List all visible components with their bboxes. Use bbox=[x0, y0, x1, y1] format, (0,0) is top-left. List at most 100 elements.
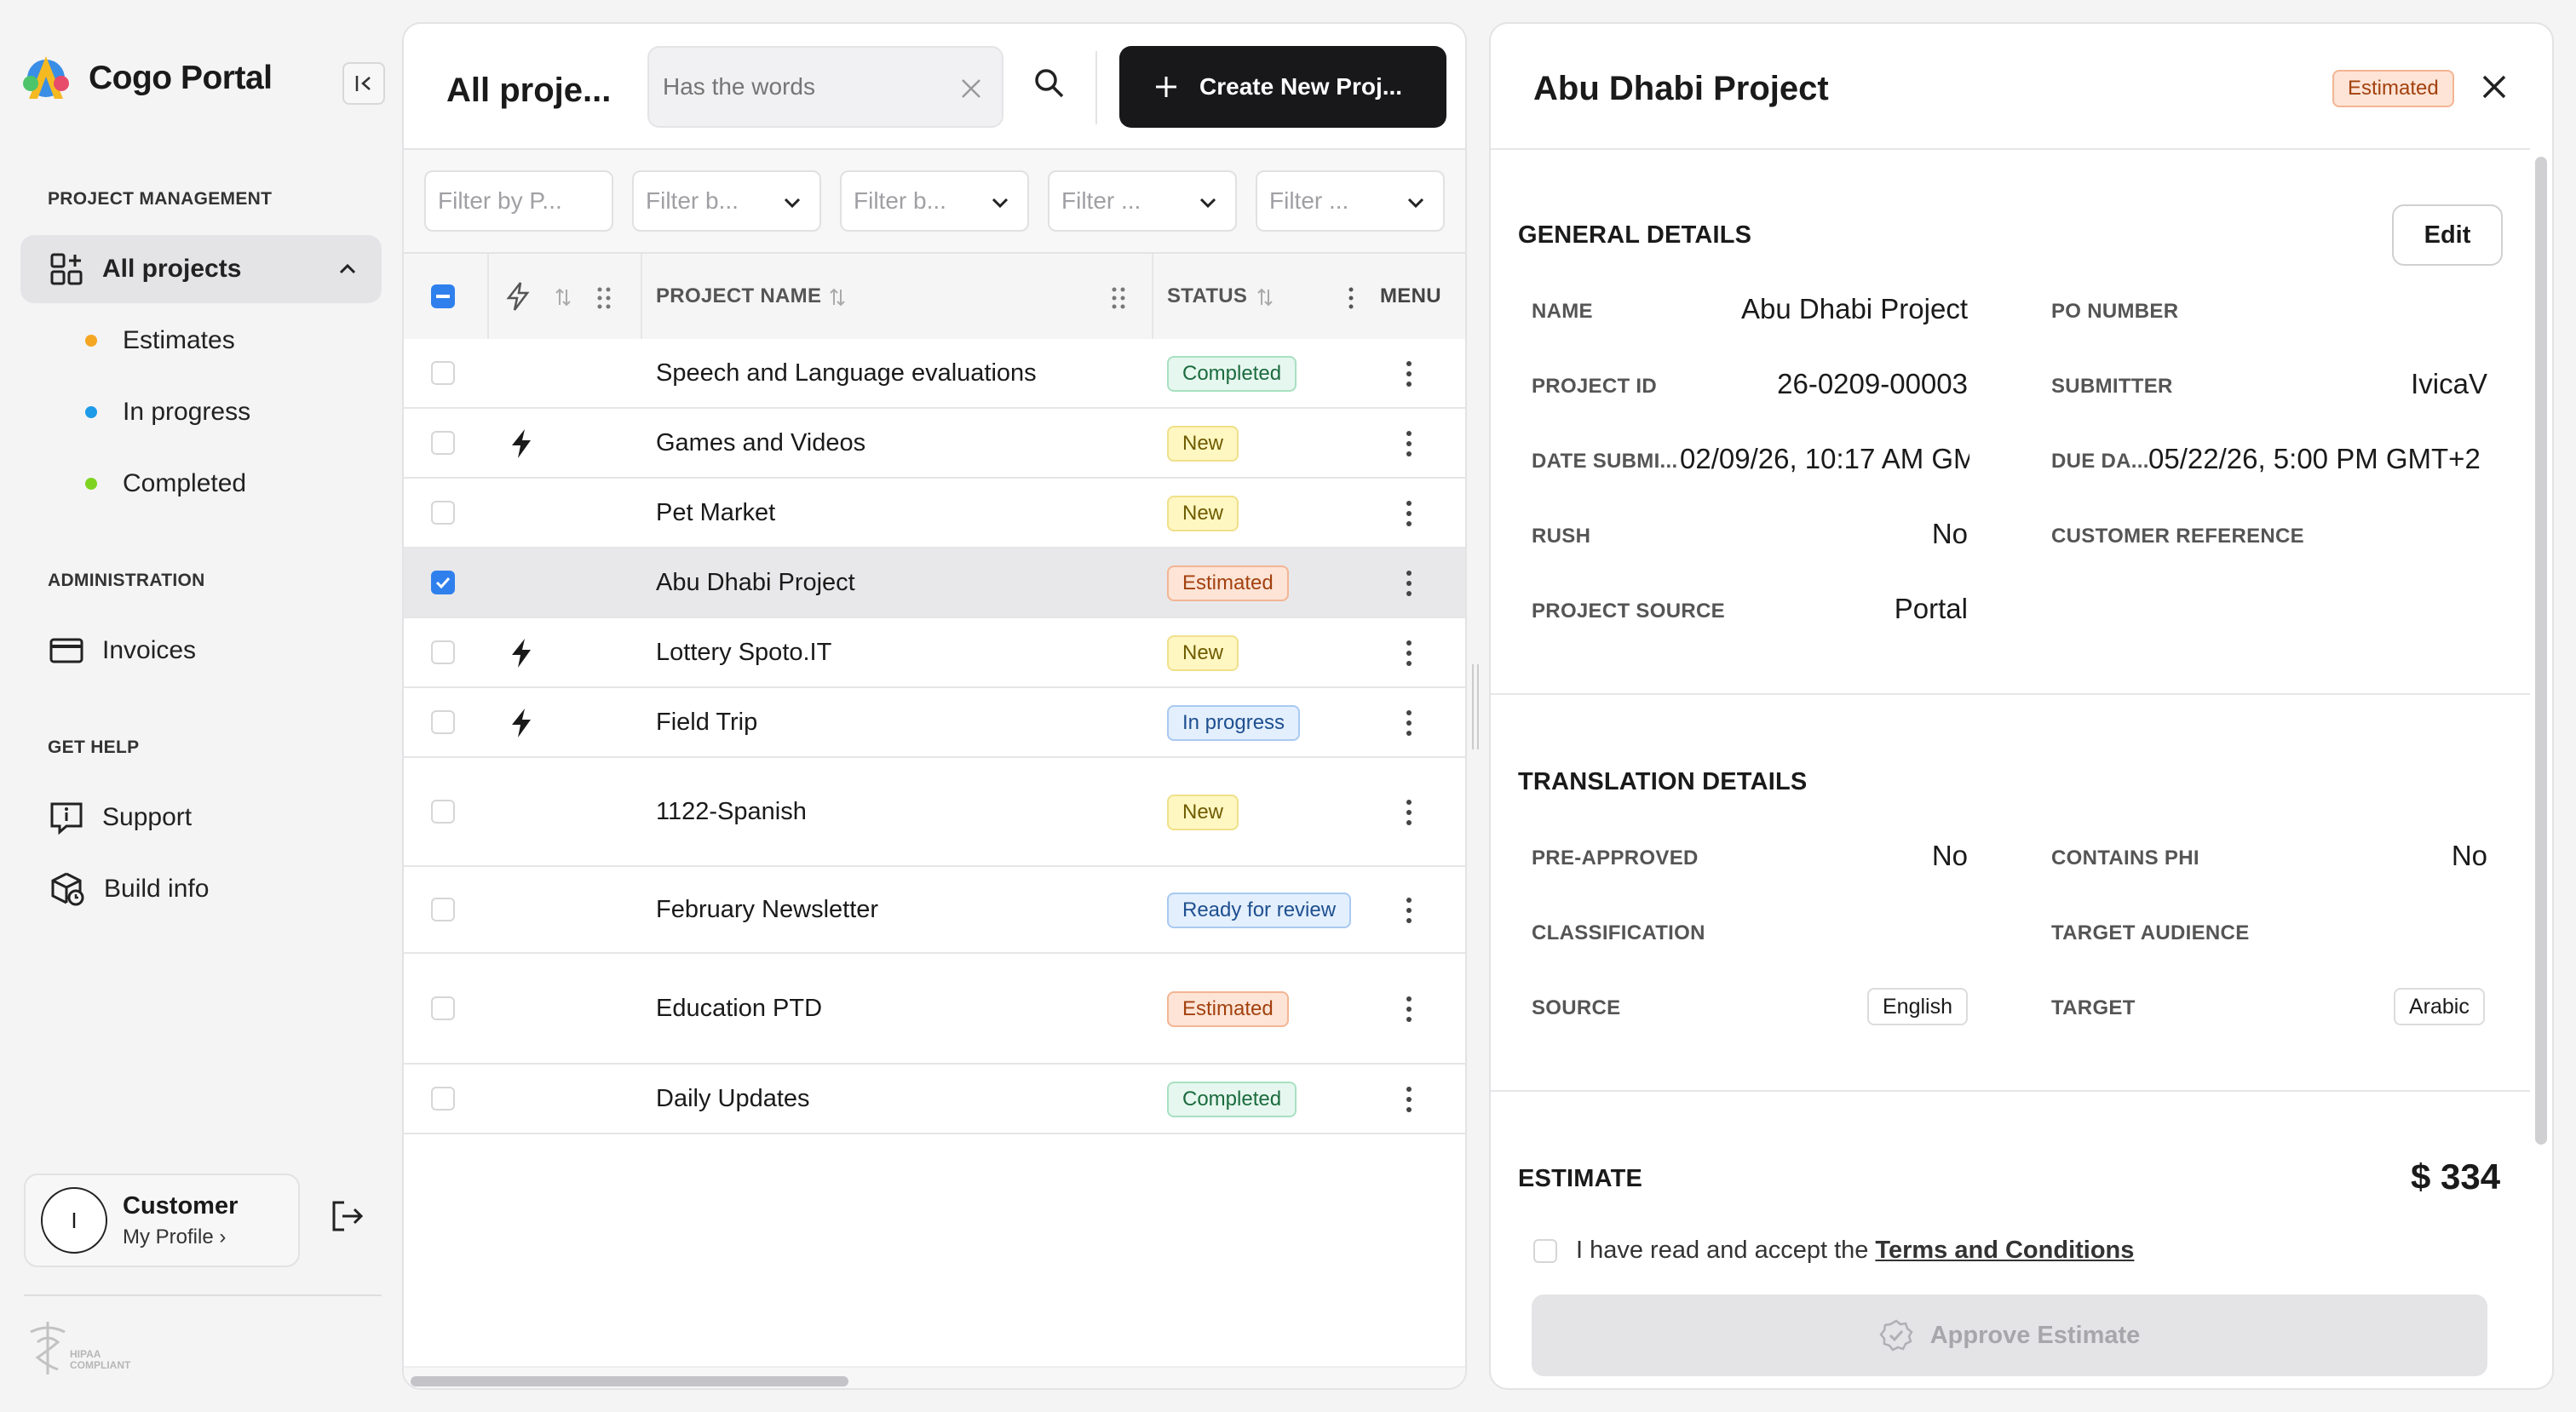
column-options-icon[interactable] bbox=[1348, 286, 1354, 310]
target-language-label: TARGET bbox=[2051, 996, 2136, 1019]
filter-project-input[interactable]: Filter by P... bbox=[424, 170, 613, 232]
horizontal-scrollbar[interactable] bbox=[404, 1366, 1465, 1388]
table-row[interactable]: Abu Dhabi Project Estimated bbox=[404, 548, 1465, 618]
filter-select-4[interactable]: Filter ... bbox=[1256, 170, 1445, 232]
project-name-cell[interactable]: Education PTD bbox=[656, 995, 822, 1023]
search-input[interactable] bbox=[663, 73, 935, 100]
clear-icon[interactable] bbox=[959, 77, 983, 100]
table-row[interactable]: 1122-Spanish New bbox=[404, 758, 1465, 867]
table-row[interactable]: Daily Updates Completed bbox=[404, 1065, 1465, 1134]
panel-resize-handle[interactable] bbox=[1472, 664, 1479, 749]
collapse-left-icon bbox=[353, 72, 375, 95]
row-checkbox[interactable] bbox=[431, 640, 455, 664]
project-name-cell[interactable]: Pet Market bbox=[656, 499, 775, 527]
row-menu-icon[interactable] bbox=[1406, 430, 1412, 457]
row-menu-icon[interactable] bbox=[1406, 799, 1412, 826]
sort-icon[interactable] bbox=[554, 286, 572, 308]
table-row[interactable]: Field Trip In progress bbox=[404, 688, 1465, 758]
row-checkbox[interactable] bbox=[431, 431, 455, 455]
project-name-cell[interactable]: Daily Updates bbox=[656, 1085, 810, 1113]
terms-checkbox[interactable] bbox=[1533, 1238, 1557, 1263]
project-name-cell[interactable]: Lottery Spoto.IT bbox=[656, 639, 831, 667]
project-name-cell[interactable]: Speech and Language evaluations bbox=[656, 359, 1037, 387]
divider bbox=[1491, 1090, 2530, 1092]
filter-select-3[interactable]: Filter ... bbox=[1048, 170, 1237, 232]
sidebar-item-label: Completed bbox=[123, 469, 247, 497]
create-new-project-button[interactable]: Create New Proj... bbox=[1119, 46, 1446, 128]
row-menu-icon[interactable] bbox=[1406, 1086, 1412, 1113]
classification-label: CLASSIFICATION bbox=[1532, 921, 1705, 944]
sidebar-item-label: Invoices bbox=[102, 636, 197, 664]
row-menu-icon[interactable] bbox=[1406, 897, 1412, 924]
column-header-project-name[interactable]: PROJECT NAME bbox=[656, 284, 821, 308]
rush-column-bolt-icon[interactable] bbox=[504, 281, 532, 312]
scrollbar-thumb[interactable] bbox=[411, 1376, 848, 1386]
sidebar-item-in-progress[interactable]: In progress bbox=[85, 387, 250, 438]
sidebar-item-label: In progress bbox=[123, 398, 251, 426]
filter-select-1[interactable]: Filter b... bbox=[632, 170, 821, 232]
column-divider bbox=[487, 254, 489, 339]
row-checkbox[interactable] bbox=[431, 710, 455, 734]
terms-link[interactable]: Terms and Conditions bbox=[1875, 1237, 2134, 1265]
sidebar-item-invoices[interactable]: Invoices bbox=[20, 617, 382, 685]
approve-estimate-button[interactable]: Approve Estimate bbox=[1532, 1294, 2487, 1376]
table-row[interactable]: Education PTD Estimated bbox=[404, 954, 1465, 1065]
collapse-sidebar-button[interactable] bbox=[342, 62, 385, 105]
row-checkbox[interactable] bbox=[431, 361, 455, 385]
column-header-status[interactable]: STATUS bbox=[1167, 284, 1247, 308]
select-all-checkbox[interactable] bbox=[431, 284, 455, 308]
project-name-cell[interactable]: 1122-Spanish bbox=[656, 798, 807, 826]
project-name-cell[interactable]: Abu Dhabi Project bbox=[656, 569, 855, 597]
sort-icon[interactable] bbox=[828, 286, 847, 308]
my-profile-link[interactable]: My Profile › bbox=[123, 1225, 238, 1249]
status-dot bbox=[85, 478, 97, 490]
table-row[interactable]: Speech and Language evaluations Completed bbox=[404, 339, 1465, 409]
contains-phi-value: No bbox=[2451, 840, 2487, 871]
brand[interactable]: Cogo Portal bbox=[19, 51, 273, 106]
table-header: PROJECT NAME STATUS MENU bbox=[404, 252, 1465, 341]
project-name-cell[interactable]: Field Trip bbox=[656, 709, 757, 737]
row-menu-icon[interactable] bbox=[1406, 500, 1412, 527]
sidebar-item-estimates[interactable]: Estimates bbox=[85, 315, 235, 366]
search-button[interactable] bbox=[1032, 66, 1067, 100]
row-checkbox[interactable] bbox=[431, 501, 455, 525]
table-row[interactable]: Pet Market New bbox=[404, 479, 1465, 548]
project-name-cell[interactable]: Games and Videos bbox=[656, 429, 865, 457]
row-menu-icon[interactable] bbox=[1406, 640, 1412, 667]
drag-handle-icon[interactable] bbox=[1111, 286, 1126, 310]
project-name-cell[interactable]: February Newsletter bbox=[656, 896, 878, 924]
row-menu-icon[interactable] bbox=[1406, 360, 1412, 387]
sidebar-item-completed[interactable]: Completed bbox=[85, 458, 246, 509]
sidebar-item-support[interactable]: Support bbox=[20, 783, 382, 852]
profile-card[interactable]: I Customer My Profile › bbox=[24, 1174, 300, 1267]
edit-button[interactable]: Edit bbox=[2392, 204, 2503, 266]
row-menu-icon[interactable] bbox=[1406, 570, 1412, 597]
row-menu-icon[interactable] bbox=[1406, 996, 1412, 1023]
row-checkbox[interactable] bbox=[431, 898, 455, 921]
chevron-up-icon[interactable] bbox=[336, 257, 359, 281]
sidebar: Cogo Portal PROJECT MANAGEMENT All proje… bbox=[0, 0, 400, 1412]
app-title: Cogo Portal bbox=[89, 60, 273, 96]
row-checkbox[interactable] bbox=[431, 996, 455, 1020]
vertical-scrollbar[interactable] bbox=[2535, 157, 2547, 1145]
logout-button[interactable] bbox=[329, 1197, 366, 1235]
row-checkbox[interactable] bbox=[431, 1087, 455, 1111]
table-row[interactable]: Lottery Spoto.IT New bbox=[404, 618, 1465, 688]
check-icon bbox=[435, 577, 451, 588]
table-row[interactable]: February Newsletter Ready for review bbox=[404, 867, 1465, 954]
row-menu-icon[interactable] bbox=[1406, 709, 1412, 737]
close-button[interactable] bbox=[2479, 72, 2510, 102]
sidebar-item-all-projects[interactable]: All projects bbox=[20, 235, 382, 303]
target-audience-label: TARGET AUDIENCE bbox=[2051, 921, 2250, 944]
table-row[interactable]: Games and Videos New bbox=[404, 409, 1465, 479]
search-field[interactable] bbox=[647, 46, 1003, 128]
sort-icon[interactable] bbox=[1256, 286, 1274, 308]
sidebar-item-build-info[interactable]: Build info bbox=[20, 855, 382, 923]
drag-handle-icon[interactable] bbox=[596, 286, 612, 310]
project-detail-panel: Abu Dhabi Project Estimated GENERAL DETA… bbox=[1489, 22, 2554, 1390]
row-checkbox[interactable] bbox=[431, 800, 455, 824]
row-checkbox[interactable] bbox=[431, 571, 455, 594]
chevron-down-icon bbox=[1196, 191, 1220, 215]
filter-select-2[interactable]: Filter b... bbox=[840, 170, 1029, 232]
name-value: Abu Dhabi Project bbox=[1741, 293, 1968, 324]
